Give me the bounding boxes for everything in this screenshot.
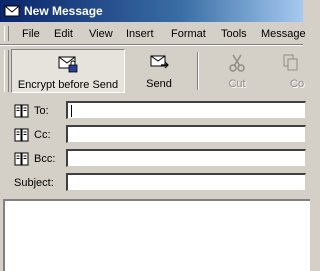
menu-bar: File Edit View Insert Format Tools Messa… (0, 22, 306, 45)
send-button[interactable]: Send (132, 49, 186, 93)
toolbar-grip[interactable] (4, 50, 9, 92)
encrypt-label: Encrypt before Send (17, 79, 119, 91)
subject-row: Subject: (0, 172, 306, 194)
scissors-icon (229, 54, 245, 72)
message-header: To: Cc: Bcc: Subject: (0, 96, 306, 198)
send-label: Send (146, 78, 172, 90)
send-icon (150, 55, 169, 69)
menu-tools[interactable]: Tools (221, 28, 247, 40)
menu-edit[interactable]: Edit (54, 28, 73, 40)
cut-label: Cut (228, 78, 246, 90)
new-message-window: New Message File Edit View Insert Format… (0, 0, 310, 271)
bcc-field[interactable] (66, 149, 306, 167)
bcc-row: Bcc: (0, 148, 306, 170)
toolbar: Encrypt before Send Send Cut Co (0, 45, 304, 97)
title-bar[interactable]: New Message (0, 0, 303, 22)
text-caret (71, 105, 72, 117)
toolbar-separator (197, 52, 199, 90)
address-book-icon[interactable] (14, 128, 30, 142)
copy-icon (283, 54, 298, 71)
subject-field[interactable] (66, 173, 306, 191)
cut-button[interactable]: Cut (210, 49, 264, 93)
cc-row: Cc: (0, 124, 306, 146)
menu-file[interactable]: File (22, 28, 40, 40)
address-book-icon[interactable] (14, 104, 30, 118)
subject-label: Subject: (14, 177, 54, 189)
cc-label: Cc: (34, 129, 51, 141)
copy-label: Co (290, 78, 305, 90)
copy-button[interactable]: Co (276, 49, 316, 93)
window-title: New Message (24, 4, 103, 18)
menu-insert[interactable]: Insert (126, 28, 154, 40)
encrypt-before-send-button[interactable]: Encrypt before Send (11, 49, 125, 93)
encrypt-envelope-icon (58, 56, 78, 73)
envelope-icon (4, 5, 20, 17)
menu-format[interactable]: Format (171, 28, 206, 40)
menu-grip[interactable] (4, 26, 9, 41)
menu-view[interactable]: View (89, 28, 113, 40)
to-field[interactable] (66, 101, 306, 119)
bcc-label: Bcc: (34, 153, 56, 165)
menu-message[interactable]: Message (261, 28, 306, 40)
address-book-icon[interactable] (14, 152, 30, 166)
cc-field[interactable] (66, 125, 306, 143)
to-label: To: (34, 105, 49, 117)
to-row: To: (0, 100, 306, 122)
message-body[interactable] (3, 199, 310, 271)
